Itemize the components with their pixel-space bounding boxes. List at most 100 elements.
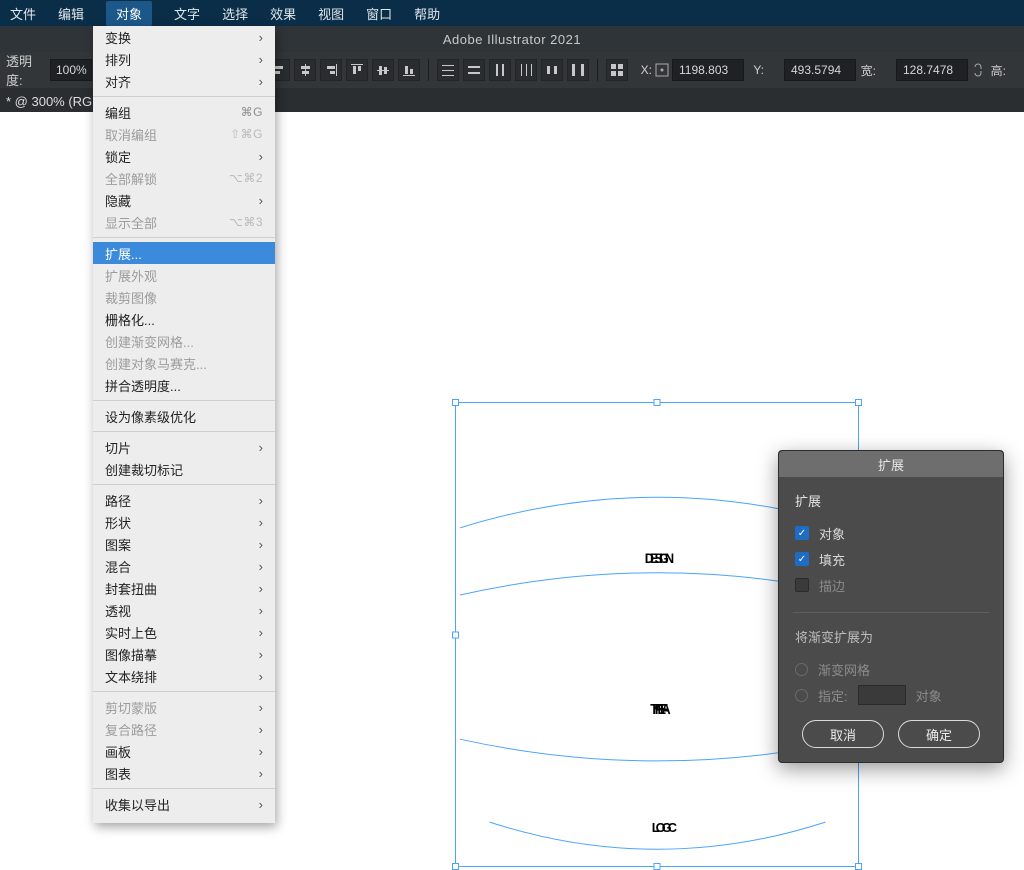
dist-h-right-icon[interactable] — [567, 59, 589, 81]
menu-edit[interactable]: 编辑 — [58, 4, 84, 23]
menu-item-label: 裁剪图像 — [105, 288, 157, 307]
menu-item[interactable]: 图案› — [93, 533, 275, 555]
svg-text:LOGC: LOGC — [652, 820, 677, 835]
menu-item[interactable]: 路径› — [93, 489, 275, 511]
chevron-right-icon: › — [259, 744, 263, 759]
menu-item[interactable]: 形状› — [93, 511, 275, 533]
menu-item: 显示全部⌥⌘3 — [93, 211, 275, 233]
opacity-label: 透明度: — [6, 51, 44, 89]
chevron-right-icon: › — [259, 700, 263, 715]
align-vcenter-icon[interactable] — [372, 59, 394, 81]
menu-item[interactable]: 排列› — [93, 48, 275, 70]
menu-item[interactable]: 变换› — [93, 26, 275, 48]
menu-item-label: 复合路径 — [105, 720, 157, 739]
menu-bar: 文件 编辑 对象 文字 选择 效果 视图 窗口 帮助 — [0, 0, 1024, 26]
menu-item[interactable]: 设为像素级优化 — [93, 405, 275, 427]
menu-item-label: 图表 — [105, 764, 131, 783]
menu-item[interactable]: 图像描摹› — [93, 643, 275, 665]
menu-item[interactable]: 隐藏 › — [93, 189, 275, 211]
chain-icon[interactable] — [970, 62, 986, 78]
menu-item[interactable]: 扩展... — [93, 242, 275, 264]
menu-item[interactable]: 透视› — [93, 599, 275, 621]
menu-item-label: 画板 — [105, 742, 131, 761]
menu-item-label: 栅格化... — [105, 310, 155, 329]
section-expand: 扩展 — [795, 491, 987, 510]
bbox-handle-bl[interactable] — [452, 863, 459, 870]
coord-y-input[interactable]: 493.5794 — [784, 59, 856, 81]
bbox-handle-t[interactable] — [654, 399, 661, 406]
radio-specify-row: 指定: 对象 — [795, 682, 987, 708]
opacity-input[interactable]: 100% — [50, 59, 92, 81]
menu-item-label: 图像描摹 — [105, 645, 157, 664]
checkbox-fill-row[interactable]: ✓ 填充 — [795, 546, 987, 572]
menu-item-label: 封套扭曲 — [105, 579, 157, 598]
align-hcenter-icon[interactable] — [294, 59, 316, 81]
menu-item[interactable]: 混合› — [93, 555, 275, 577]
menu-item[interactable]: 图表 › — [93, 762, 275, 784]
menu-item[interactable]: 栅格化... — [93, 308, 275, 330]
menu-item-label: 创建渐变网格... — [105, 332, 194, 351]
coord-w-input[interactable]: 128.7478 — [896, 59, 968, 81]
chevron-right-icon: › — [259, 581, 263, 596]
bbox-handle-br[interactable] — [855, 863, 862, 870]
menu-item[interactable]: 文本绕排› — [93, 665, 275, 687]
coord-x-input[interactable]: 1198.803 — [672, 59, 744, 81]
cancel-button[interactable]: 取消 — [802, 720, 884, 748]
menu-item-label: 扩展外观 — [105, 266, 157, 285]
menu-item[interactable]: 创建裁切标记 — [93, 458, 275, 480]
height-icon — [1008, 62, 1024, 78]
menu-item-label: 对齐 — [105, 72, 131, 91]
bbox-handle-tl[interactable] — [452, 399, 459, 406]
menu-item: 裁剪图像 — [93, 286, 275, 308]
ok-button[interactable]: 确定 — [898, 720, 980, 748]
menu-item[interactable]: 收集以导出› — [93, 793, 275, 815]
menu-view[interactable]: 视图 — [318, 4, 344, 23]
menu-window[interactable]: 窗口 — [366, 4, 392, 23]
menu-item[interactable]: 对齐› — [93, 70, 275, 92]
menu-item-label: 锁定 — [105, 147, 131, 166]
align-to-selection-icon[interactable] — [606, 59, 628, 81]
bbox-handle-l[interactable] — [452, 631, 459, 638]
dist-v-bottom-icon[interactable] — [489, 59, 511, 81]
menu-type[interactable]: 文字 — [174, 4, 200, 23]
align-top-icon[interactable] — [346, 59, 368, 81]
link-xy-icon[interactable] — [654, 62, 670, 78]
chevron-right-icon: › — [259, 766, 263, 781]
checkbox-object-row[interactable]: ✓ 对象 — [795, 520, 987, 546]
menu-help[interactable]: 帮助 — [414, 4, 440, 23]
dist-v-top-icon[interactable] — [437, 59, 459, 81]
svg-text:DESIGN: DESIGN — [645, 551, 674, 566]
dialog-title: 扩展 — [779, 451, 1003, 477]
menu-item: 全部解锁⌥⌘2 — [93, 167, 275, 189]
radio-specify-label: 指定: — [818, 686, 848, 705]
menu-item[interactable]: 画板 › — [93, 740, 275, 762]
menu-item[interactable]: 切片› — [93, 436, 275, 458]
menu-effect[interactable]: 效果 — [270, 4, 296, 23]
menu-item-label: 排列 — [105, 50, 131, 69]
bbox-handle-tr[interactable] — [855, 399, 862, 406]
menu-object[interactable]: 对象 — [106, 1, 152, 26]
chevron-right-icon: › — [259, 30, 263, 45]
menu-select[interactable]: 选择 — [222, 4, 248, 23]
dist-v-center-icon[interactable] — [463, 59, 485, 81]
shortcut-label: ⌥⌘2 — [229, 171, 263, 185]
dist-h-left-icon[interactable] — [515, 59, 537, 81]
check-icon[interactable]: ✓ — [795, 552, 809, 566]
dist-h-center-icon[interactable] — [541, 59, 563, 81]
lock-aspect-icon[interactable] — [878, 62, 894, 78]
menu-file[interactable]: 文件 — [10, 4, 36, 23]
chevron-right-icon: › — [259, 625, 263, 640]
menu-item[interactable]: 锁定› — [93, 145, 275, 167]
menu-item[interactable]: 编组⌘G — [93, 101, 275, 123]
menu-item[interactable]: 封套扭曲 › — [93, 577, 275, 599]
bbox-handle-b[interactable] — [654, 863, 661, 870]
menu-item[interactable]: 拼合透明度... — [93, 374, 275, 396]
align-right-icon[interactable] — [320, 59, 342, 81]
check-icon[interactable]: ✓ — [795, 526, 809, 540]
menu-item[interactable]: 实时上色› — [93, 621, 275, 643]
menu-item-label: 拼合透明度... — [105, 376, 181, 395]
shortcut-label: ⌥⌘3 — [229, 215, 263, 229]
align-bottom-icon[interactable] — [398, 59, 420, 81]
menu-item-label: 隐藏 — [105, 191, 131, 210]
chevron-right-icon: › — [259, 193, 263, 208]
